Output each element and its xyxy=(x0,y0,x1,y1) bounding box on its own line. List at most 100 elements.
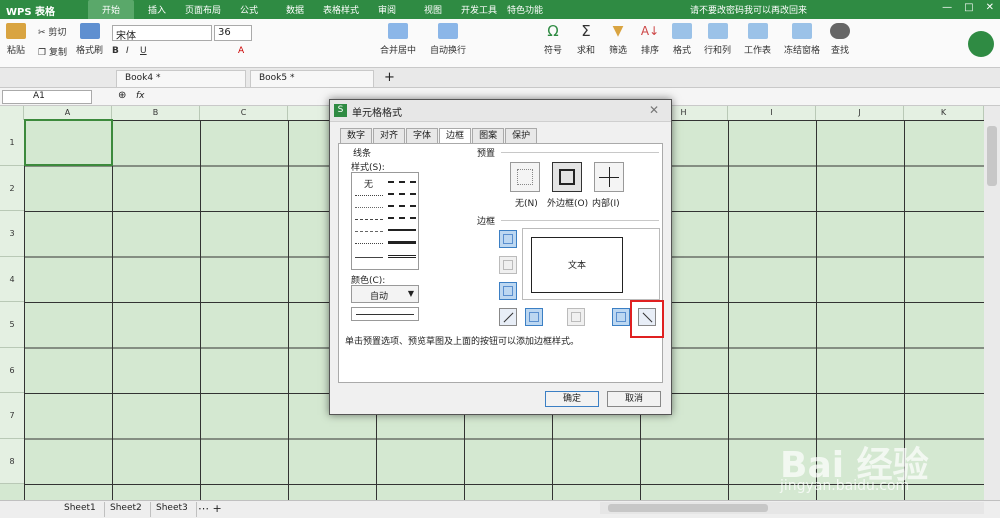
line-style-option[interactable] xyxy=(355,219,383,220)
h-scroll-thumb[interactable] xyxy=(608,504,768,512)
menu-data[interactable]: 数据 xyxy=(272,0,318,19)
font-select[interactable]: 宋体 xyxy=(112,25,212,42)
border-left-button[interactable] xyxy=(525,308,543,326)
column-header[interactable]: B xyxy=(112,106,200,120)
line-style-option[interactable] xyxy=(355,231,383,232)
zoom-icon[interactable]: ⊕ xyxy=(118,90,126,101)
find-button[interactable]: 查找 xyxy=(830,23,850,56)
row-header[interactable]: 8 xyxy=(0,439,24,484)
doc-tab-book5[interactable]: Book5 * xyxy=(250,70,374,87)
name-box[interactable]: A1 xyxy=(2,90,92,104)
border-bottom-button[interactable] xyxy=(499,282,517,300)
sort-button[interactable]: A↓ 排序 xyxy=(640,23,660,56)
wrap-text-button[interactable]: 自动换行 xyxy=(430,23,466,56)
cut-button[interactable]: ✂ 剪切 xyxy=(38,25,66,38)
column-header[interactable]: C xyxy=(200,106,288,120)
menu-view[interactable]: 视图 xyxy=(410,0,456,19)
symbol-button[interactable]: Ω 符号 xyxy=(543,23,563,56)
selected-cell-a1[interactable] xyxy=(24,119,113,166)
tab-border[interactable]: 边框 xyxy=(439,128,472,144)
border-middle-h-button[interactable] xyxy=(499,256,517,274)
line-style-list[interactable]: 无 xyxy=(351,172,419,270)
vertical-scrollbar[interactable] xyxy=(984,106,1000,500)
color-dropdown[interactable]: 自动 ▼ xyxy=(351,285,419,303)
maximize-icon[interactable]: □ xyxy=(964,2,973,13)
worksheet-button[interactable]: 工作表 xyxy=(744,23,771,56)
font-color-button[interactable]: A xyxy=(238,46,244,56)
border-top-button[interactable] xyxy=(499,230,517,248)
menu-page-layout[interactable]: 页面布局 xyxy=(180,0,226,19)
ok-button[interactable]: 确定 xyxy=(545,391,599,407)
copy-button[interactable]: ❐ 复制 xyxy=(38,45,67,58)
line-style-option[interactable] xyxy=(355,207,383,208)
menu-insert[interactable]: 插入 xyxy=(134,0,180,19)
avatar[interactable] xyxy=(968,31,994,57)
cancel-button[interactable]: 取消 xyxy=(607,391,661,407)
line-style-option[interactable] xyxy=(388,181,416,183)
horizontal-scrollbar[interactable] xyxy=(600,502,984,514)
line-style-option[interactable] xyxy=(388,229,416,231)
border-middle-v-button[interactable] xyxy=(567,308,585,326)
menu-home[interactable]: 开始 xyxy=(88,0,134,19)
row-header[interactable]: 5 xyxy=(0,302,24,348)
scroll-thumb[interactable] xyxy=(987,126,997,186)
corner-select-all[interactable] xyxy=(0,106,24,120)
notice-text[interactable]: 请不要改密码我可以再改回来 xyxy=(690,3,807,16)
border-diagonal-up-button[interactable] xyxy=(499,308,517,326)
doc-tab-book4[interactable]: Book4 * xyxy=(116,70,246,87)
tab-pattern[interactable]: 图案 xyxy=(472,128,505,143)
column-header[interactable]: A xyxy=(24,106,112,120)
font-size-select[interactable]: 36 xyxy=(214,25,252,41)
tab-protection[interactable]: 保护 xyxy=(505,128,538,143)
row-header[interactable]: 7 xyxy=(0,393,24,439)
row-header[interactable]: 4 xyxy=(0,257,24,302)
sum-button[interactable]: Σ 求和 xyxy=(576,23,596,56)
column-header[interactable]: I xyxy=(728,106,816,120)
tab-font[interactable]: 字体 xyxy=(406,128,439,143)
border-right-button[interactable] xyxy=(612,308,630,326)
merge-center-button[interactable]: 合并居中 xyxy=(380,23,416,56)
line-style-option[interactable] xyxy=(355,243,383,244)
format-painter-button[interactable]: 格式刷 xyxy=(76,23,103,56)
fx-button[interactable]: fx xyxy=(136,91,145,101)
new-tab-icon[interactable]: + xyxy=(384,70,395,85)
sheet-tab-3[interactable]: Sheet3 xyxy=(148,502,197,517)
menu-features[interactable]: 特色功能 xyxy=(502,0,548,19)
menu-developer[interactable]: 开发工具 xyxy=(456,0,502,19)
italic-button[interactable]: I xyxy=(126,46,129,56)
close-icon[interactable]: ✕ xyxy=(986,2,994,13)
column-header[interactable]: J xyxy=(816,106,904,120)
more-sheets-icon[interactable]: ⋯ + xyxy=(198,502,222,515)
line-style-option[interactable] xyxy=(388,205,416,207)
preset-inside-button[interactable] xyxy=(594,162,624,192)
border-preview[interactable]: 文本 xyxy=(522,228,660,300)
row-header[interactable]: 1 xyxy=(0,120,24,166)
line-style-option[interactable] xyxy=(355,257,383,258)
style-none[interactable]: 无 xyxy=(364,177,373,190)
line-style-option[interactable] xyxy=(388,255,416,258)
tab-number[interactable]: 数字 xyxy=(340,128,373,143)
row-col-button[interactable]: 行和列 xyxy=(704,23,731,56)
filter-button[interactable]: ▼ 筛选 xyxy=(608,23,628,56)
menu-table-style[interactable]: 表格样式 xyxy=(318,0,364,19)
freeze-button[interactable]: 冻结窗格 xyxy=(784,23,820,56)
line-style-option[interactable] xyxy=(355,195,383,196)
menu-formula[interactable]: 公式 xyxy=(226,0,272,19)
tab-alignment[interactable]: 对齐 xyxy=(373,128,406,143)
format-button[interactable]: 格式 xyxy=(672,23,692,56)
bold-button[interactable]: B xyxy=(112,46,119,56)
menu-review[interactable]: 审阅 xyxy=(364,0,410,19)
sheet-tab-2[interactable]: Sheet2 xyxy=(102,502,151,517)
paste-button[interactable]: 粘贴 xyxy=(6,23,26,56)
row-header[interactable]: 2 xyxy=(0,166,24,211)
minimize-icon[interactable]: — xyxy=(942,2,952,13)
underline-button[interactable]: U xyxy=(140,46,147,56)
line-style-option[interactable] xyxy=(388,193,416,195)
line-style-option[interactable] xyxy=(388,241,416,244)
preset-none-button[interactable] xyxy=(510,162,540,192)
row-header[interactable]: 3 xyxy=(0,211,24,257)
column-header[interactable]: K xyxy=(904,106,984,120)
line-style-option[interactable] xyxy=(388,217,416,219)
preset-outline-button[interactable] xyxy=(552,162,582,192)
sheet-tab-1[interactable]: Sheet1 xyxy=(56,502,105,517)
